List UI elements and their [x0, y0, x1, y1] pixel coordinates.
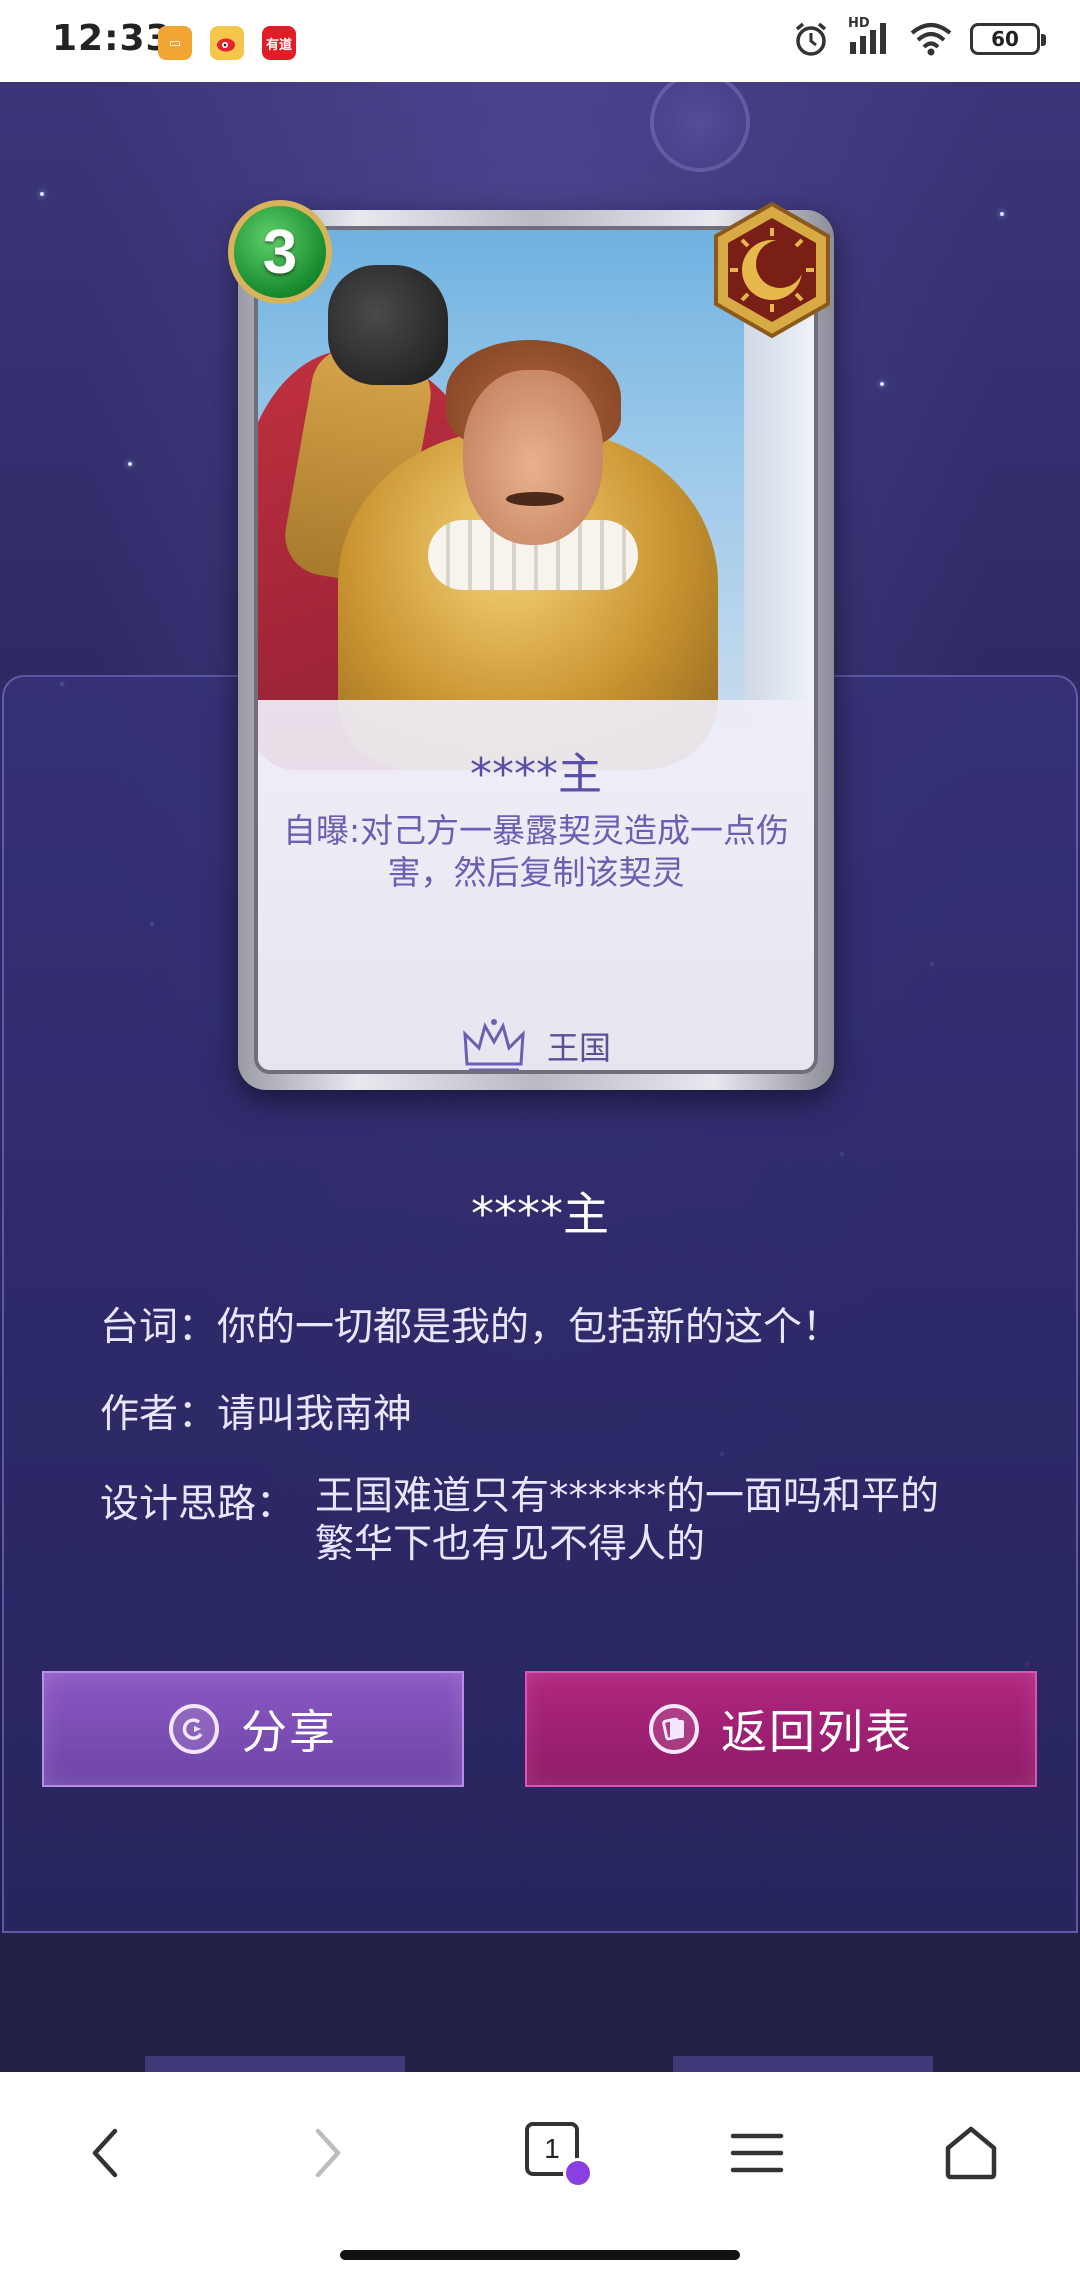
share-icon [169, 1704, 219, 1754]
quote-text: 你的一切都是我的，包括新的这个！ [217, 1305, 842, 1350]
quote-label: 台词： [100, 1305, 218, 1350]
design-text: 王国难道只有******的一面吗和平的繁华下也有见不得人的 [315, 1474, 940, 1567]
notification-icons: ▭ 有道 [158, 26, 296, 60]
forward-button[interactable] [283, 2108, 373, 2198]
home-indicator[interactable] [340, 2250, 740, 2260]
card-faction: 王国 [258, 1016, 814, 1070]
star-decoration [1000, 212, 1004, 216]
card-frame: ****主 自曝:对己方一暴露契灵造成一点伤害，然后复制该契灵 王国 3 [228, 200, 834, 1090]
author-name: 请叫我南神 [217, 1392, 413, 1437]
menu-button[interactable] [712, 2108, 802, 2198]
youdao-app-icon: 有道 [262, 26, 296, 60]
home-icon [945, 2126, 997, 2180]
back-to-list-button[interactable]: 返回列表 [525, 1671, 1037, 1787]
crown-icon [463, 1019, 525, 1070]
author-label: 作者： [100, 1392, 218, 1437]
back-to-list-label: 返回列表 [721, 1705, 913, 1759]
card-name: ****主 [470, 749, 602, 800]
chevron-left-icon [92, 2128, 118, 2178]
status-bar: 12:33 ▭ 有道 HD 60 [0, 0, 1080, 82]
quote-line: 台词：你的一切都是我的，包括新的这个！ [100, 1296, 841, 1352]
artwork-gloved-fist [328, 265, 448, 385]
slides-app-icon: ▭ [158, 26, 192, 60]
menu-icon [730, 2133, 784, 2173]
share-button[interactable]: 分享 [42, 1671, 464, 1787]
tabs-button[interactable]: 1 [510, 2108, 600, 2198]
mana-cost-gem: 3 [228, 200, 332, 304]
card-description: 自曝:对己方一暴露契灵造成一点伤害，然后复制该契灵 [282, 811, 790, 892]
author-line: 作者：请叫我南神 [100, 1383, 412, 1439]
card-detail-title: ****主 [471, 1187, 609, 1241]
status-right: HD 60 [792, 16, 1046, 58]
chevron-right-icon [315, 2128, 341, 2178]
emblem-decoration [650, 82, 750, 172]
faction-label: 王国 [546, 1029, 611, 1067]
artwork-mustache [506, 492, 564, 506]
artwork-face [463, 370, 603, 545]
card-face: ****主 自曝:对己方一暴露契灵造成一点伤害，然后复制该契灵 王国 [254, 226, 818, 1074]
browser-bottom-bar: 1 [0, 2072, 1080, 2280]
cards-icon [649, 1704, 699, 1754]
home-button[interactable] [926, 2108, 1016, 2198]
lower-band [0, 1933, 1080, 2073]
incognito-icon [563, 2158, 593, 2188]
star-decoration [880, 382, 884, 386]
back-button[interactable] [60, 2108, 150, 2198]
tabs-icon: 1 [525, 2122, 593, 2188]
battery-indicator: 60 [970, 23, 1046, 55]
alarm-icon [795, 22, 827, 56]
weibo-app-icon [210, 26, 244, 60]
status-time: 12:33 [52, 18, 172, 59]
design-label: 设计思路： [100, 1482, 296, 1527]
star-decoration [40, 192, 44, 196]
wifi-icon [910, 23, 952, 56]
share-label: 分享 [241, 1705, 337, 1759]
sun-moon-badge-icon [714, 201, 830, 339]
signal-icon: HD [848, 16, 892, 58]
star-decoration [128, 462, 132, 466]
